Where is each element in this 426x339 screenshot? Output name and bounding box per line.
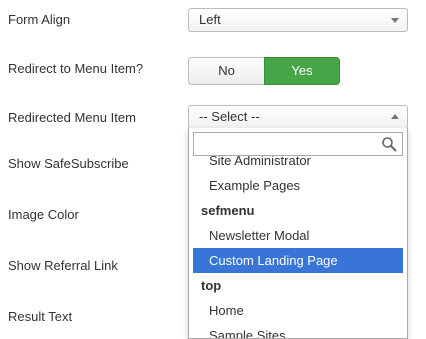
yes-button[interactable]: Yes — [264, 57, 340, 85]
option-custom-landing-page[interactable]: Custom Landing Page — [193, 248, 403, 273]
show-safesubscribe-label: Show SafeSubscribe — [8, 156, 129, 171]
group-top: top — [201, 278, 222, 293]
search-icon — [382, 137, 397, 152]
dropdown-search — [193, 132, 403, 156]
chevron-down-icon — [391, 18, 399, 23]
redirected-menu-item-select[interactable]: -- Select -- — [188, 105, 408, 129]
redirected-menu-item-label: Redirected Menu Item — [8, 110, 136, 125]
form-align-value: Left — [199, 12, 221, 27]
redirect-label: Redirect to Menu Item? — [8, 61, 144, 76]
option-newsletter-modal[interactable]: Newsletter Modal — [189, 223, 407, 248]
form-align-select[interactable]: Left — [188, 8, 408, 32]
group-sefmenu: sefmenu — [201, 203, 255, 218]
search-input[interactable] — [193, 132, 403, 156]
show-referral-link-label: Show Referral Link — [8, 258, 118, 273]
image-color-label: Image Color — [8, 207, 79, 222]
menu-item-dropdown: Site Administrator Example Pages sefmenu… — [188, 128, 408, 339]
chevron-up-icon — [391, 114, 399, 119]
redirect-toggle[interactable]: No Yes — [188, 57, 340, 85]
option-home[interactable]: Home — [189, 298, 407, 323]
no-button[interactable]: No — [188, 57, 264, 85]
option-sample-sites[interactable]: Sample Sites — [189, 323, 407, 338]
dropdown-options: Site Administrator Example Pages sefmenu… — [189, 148, 407, 338]
form-align-label: Form Align — [8, 12, 71, 27]
result-text-label: Result Text — [8, 309, 73, 324]
option-example-pages[interactable]: Example Pages — [189, 173, 407, 198]
redirected-menu-item-value: -- Select -- — [199, 109, 260, 124]
